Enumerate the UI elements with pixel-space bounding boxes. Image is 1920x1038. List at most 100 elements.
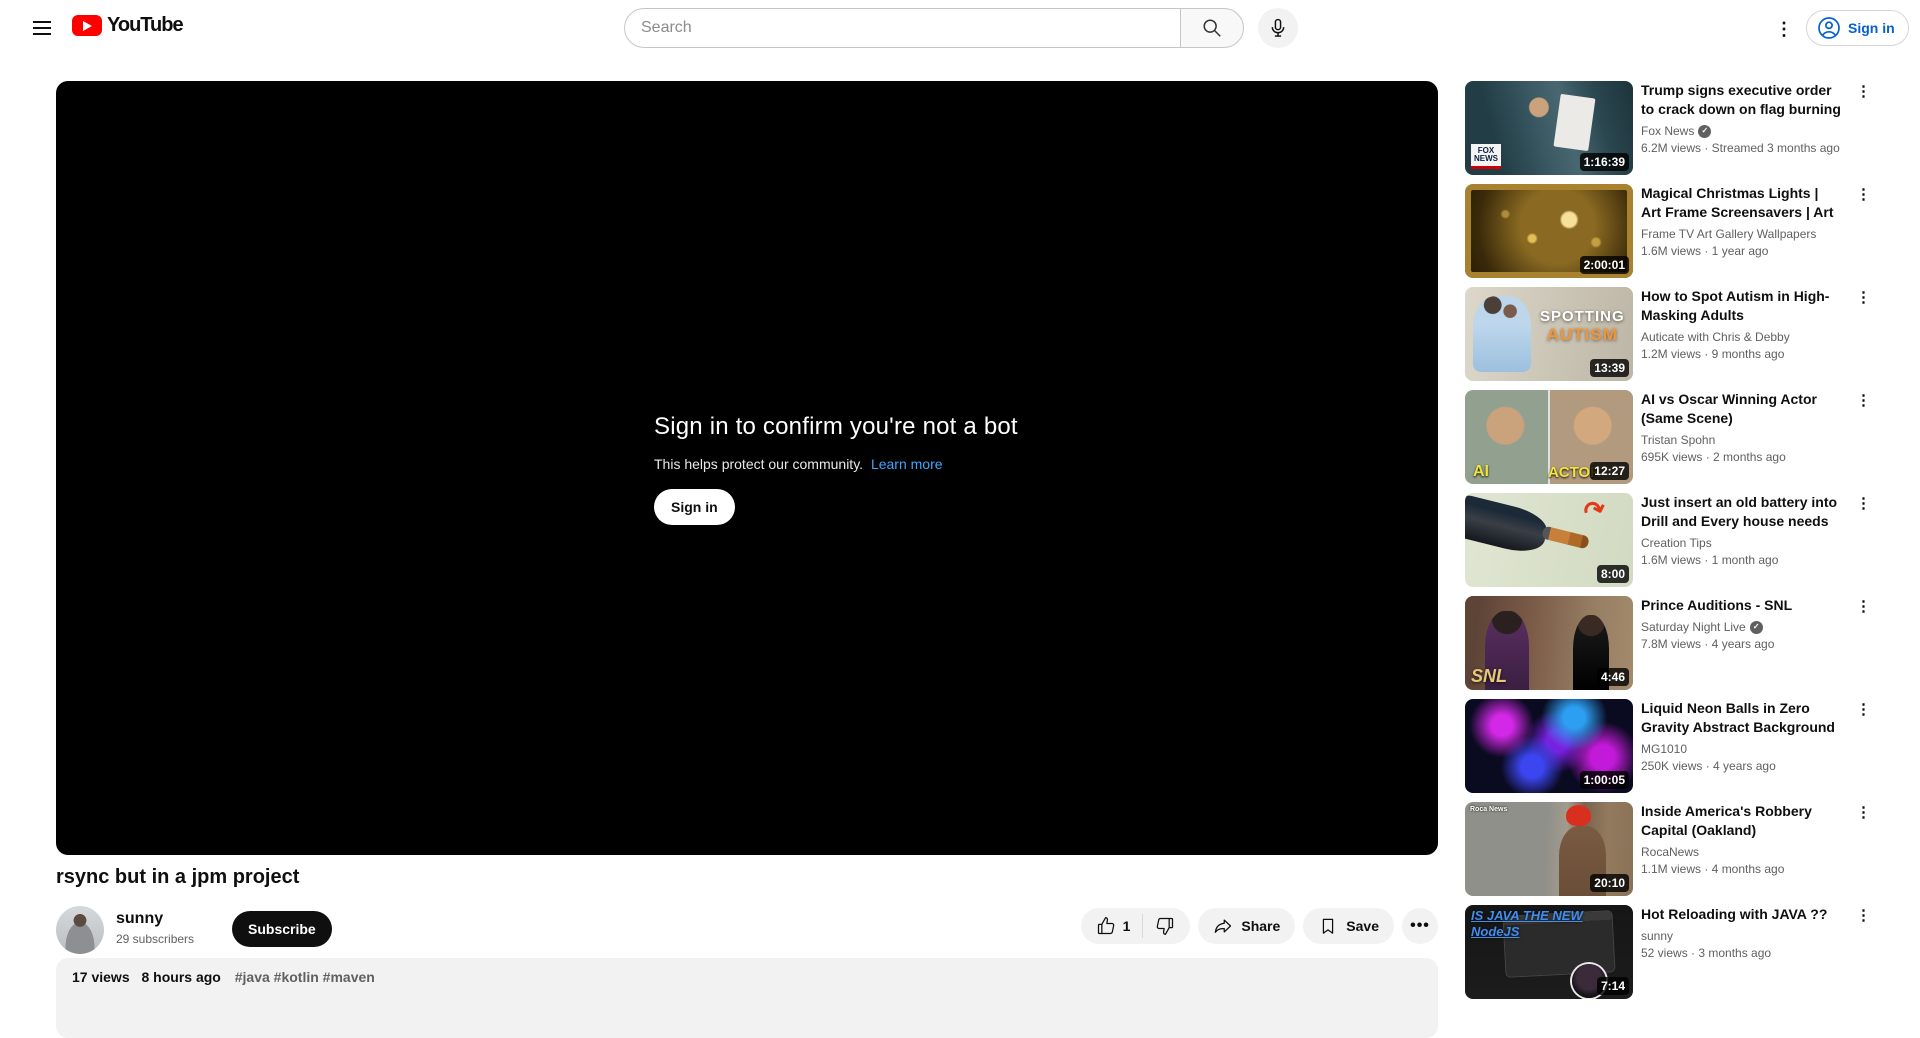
video-title: Trump signs executive order to crack dow… — [1641, 82, 1841, 117]
player-dialog-heading: Sign in to confirm you're not a bot — [654, 413, 1018, 440]
description-box[interactable]: 17 views 8 hours ago #java #kotlin #mave… — [56, 958, 1438, 1038]
thumbnail-text: IS JAVA THE NEW NodeJS — [1471, 908, 1583, 939]
related-video-5[interactable]: ↷ 8:00 Just insert an old battery into D… — [1465, 493, 1874, 587]
video-title: Inside America's Robbery Capital (Oaklan… — [1641, 803, 1812, 838]
video-title: Liquid Neon Balls in Zero Gravity Abstra… — [1641, 700, 1835, 735]
related-video-3[interactable]: SPOTTING AUTISM 13:39 How to Spot Autism… — [1465, 287, 1874, 381]
channel-line: RocaNews — [1641, 844, 1841, 860]
thumbnail-text: SPOTTING AUTISM — [1539, 307, 1625, 344]
thumbs-up-icon — [1097, 917, 1114, 935]
header-sign-in-label: Sign in — [1848, 20, 1895, 36]
microphone-icon — [1271, 18, 1285, 37]
more-actions-button[interactable]: ••• — [1402, 908, 1438, 944]
duration-badge: 13:39 — [1590, 359, 1629, 377]
duration-badge: 4:46 — [1596, 668, 1629, 686]
duration-badge: 12:27 — [1590, 462, 1629, 480]
fox-news-logo: FOX NEWS — [1471, 144, 1501, 169]
subscriber-count: 29 subscribers — [116, 932, 195, 946]
search-input[interactable] — [624, 8, 1180, 48]
channel-name: Frame TV Art Gallery Wallpapers — [1641, 227, 1817, 241]
video-thumbnail: IS JAVA THE NEW NodeJS 7:14 — [1465, 905, 1633, 999]
video-stats: 6.2M views · Streamed 3 months ago — [1641, 141, 1840, 155]
related-video-1[interactable]: FOX NEWS 1:16:39 Trump signs executive o… — [1465, 81, 1874, 175]
related-video-6[interactable]: SNL 4:46 Prince Auditions - SNL Saturday… — [1465, 596, 1874, 690]
more-icon[interactable]: ⋮ — [1850, 903, 1874, 927]
share-button[interactable]: Share — [1198, 908, 1296, 944]
channel-line: Frame TV Art Gallery Wallpapers — [1641, 226, 1841, 242]
more-icon[interactable]: ⋮ — [1850, 285, 1874, 309]
player-dialog-text: This helps protect our community. — [654, 456, 864, 472]
more-icon[interactable]: ⋮ — [1850, 800, 1874, 824]
related-video-7[interactable]: 1:00:05 Liquid Neon Balls in Zero Gravit… — [1465, 699, 1874, 793]
video-stats: 52 views · 3 months ago — [1641, 946, 1772, 960]
video-stats: 1.6M views · 1 month ago — [1641, 553, 1779, 567]
video-stats: 7.8M views · 4 years ago — [1641, 637, 1775, 651]
more-icon[interactable]: ⋮ — [1850, 491, 1874, 515]
duration-badge: 20:10 — [1590, 874, 1629, 892]
related-video-2[interactable]: 2:00:01 Magical Christmas Lights | Art F… — [1465, 184, 1874, 278]
search-bar — [624, 8, 1244, 48]
channel-name: MG1010 — [1641, 742, 1688, 756]
verified-icon: ✓ — [1698, 124, 1712, 138]
search-icon — [1203, 19, 1221, 37]
video-title: Prince Auditions - SNL — [1641, 597, 1793, 613]
thumbs-down-icon — [1157, 917, 1174, 935]
channel-name: Tristan Spohn — [1641, 433, 1716, 447]
channel-avatar[interactable] — [56, 906, 104, 954]
channel-line: Tristan Spohn — [1641, 432, 1841, 448]
more-icon[interactable]: ⋮ — [1850, 594, 1874, 618]
view-count: 17 views — [72, 969, 130, 985]
voice-search-button[interactable] — [1258, 8, 1298, 48]
player-dialog-body: This helps protect our community. Learn … — [654, 456, 1018, 472]
player-sign-in-button[interactable]: Sign in — [654, 489, 735, 525]
video-title: rsync but in a jpm project — [56, 866, 300, 888]
more-icon[interactable]: ⋮ — [1850, 697, 1874, 721]
save-label: Save — [1346, 918, 1379, 934]
video-stats: 1.1M views · 4 months ago — [1641, 862, 1785, 876]
related-video-9[interactable]: IS JAVA THE NEW NodeJS 7:14 Hot Reloadin… — [1465, 905, 1874, 999]
youtube-logo[interactable]: YouTube — [72, 14, 184, 37]
channel-line: Fox News ✓ — [1641, 123, 1841, 139]
channel-name[interactable]: sunny — [116, 910, 163, 928]
bookmark-icon — [1323, 918, 1334, 934]
settings-menu-icon[interactable]: ⋮ — [1764, 8, 1804, 48]
channel-line: Auticate with Chris & Debby — [1641, 329, 1841, 345]
more-icon[interactable]: ⋮ — [1850, 79, 1874, 103]
video-thumbnail: 2:00:01 — [1465, 184, 1633, 278]
roca-news-logo: Roca News — [1470, 806, 1508, 813]
duration-badge: 1:16:39 — [1579, 153, 1629, 171]
duration-badge: 8:00 — [1596, 565, 1629, 583]
video-stats: 250K views · 4 years ago — [1641, 759, 1776, 773]
video-title: AI vs Oscar Winning Actor (Same Scene) — [1641, 391, 1817, 426]
video-thumbnail: ↷ 8:00 — [1465, 493, 1633, 587]
header-sign-in-button[interactable]: Sign in — [1806, 10, 1909, 46]
like-dislike-pill: 1 — [1080, 908, 1191, 944]
video-player[interactable]: Sign in to confirm you're not a bot This… — [56, 81, 1438, 855]
channel-line: sunny — [1641, 928, 1841, 944]
video-title: How to Spot Autism in High-Masking Adult… — [1641, 288, 1830, 323]
subscribe-button[interactable]: Subscribe — [232, 911, 332, 947]
hashtags[interactable]: #java #kotlin #maven — [235, 969, 375, 985]
action-buttons: 1 Share Save ••• — [1080, 908, 1438, 944]
search-button[interactable] — [1180, 8, 1244, 48]
like-button[interactable]: 1 — [1081, 908, 1143, 944]
video-thumbnail: AI ACTOR 12:27 — [1465, 390, 1633, 484]
youtube-play-icon — [72, 15, 102, 36]
duration-badge: 2:00:01 — [1579, 256, 1629, 274]
more-icon[interactable]: ⋮ — [1850, 388, 1874, 412]
video-thumbnail: FOX NEWS 1:16:39 — [1465, 81, 1633, 175]
snl-logo: SNL — [1471, 666, 1507, 686]
channel-name: Saturday Night Live — [1641, 620, 1746, 634]
save-button[interactable]: Save — [1303, 908, 1394, 944]
channel-name: RocaNews — [1641, 845, 1700, 859]
dislike-button[interactable] — [1143, 908, 1190, 944]
learn-more-link[interactable]: Learn more — [871, 456, 943, 472]
related-video-8[interactable]: Roca News 20:10 Inside America's Robbery… — [1465, 802, 1874, 896]
more-icon[interactable]: ⋮ — [1850, 182, 1874, 206]
channel-row: sunny 29 subscribers Subscribe 1 Share S… — [56, 906, 1438, 954]
menu-icon[interactable] — [22, 8, 62, 48]
description-summary: 17 views 8 hours ago #java #kotlin #mave… — [72, 969, 1422, 985]
video-thumbnail: SPOTTING AUTISM 13:39 — [1465, 287, 1633, 381]
verified-icon: ✓ — [1749, 620, 1763, 634]
related-video-4[interactable]: AI ACTOR 12:27 AI vs Oscar Winning Actor… — [1465, 390, 1874, 484]
